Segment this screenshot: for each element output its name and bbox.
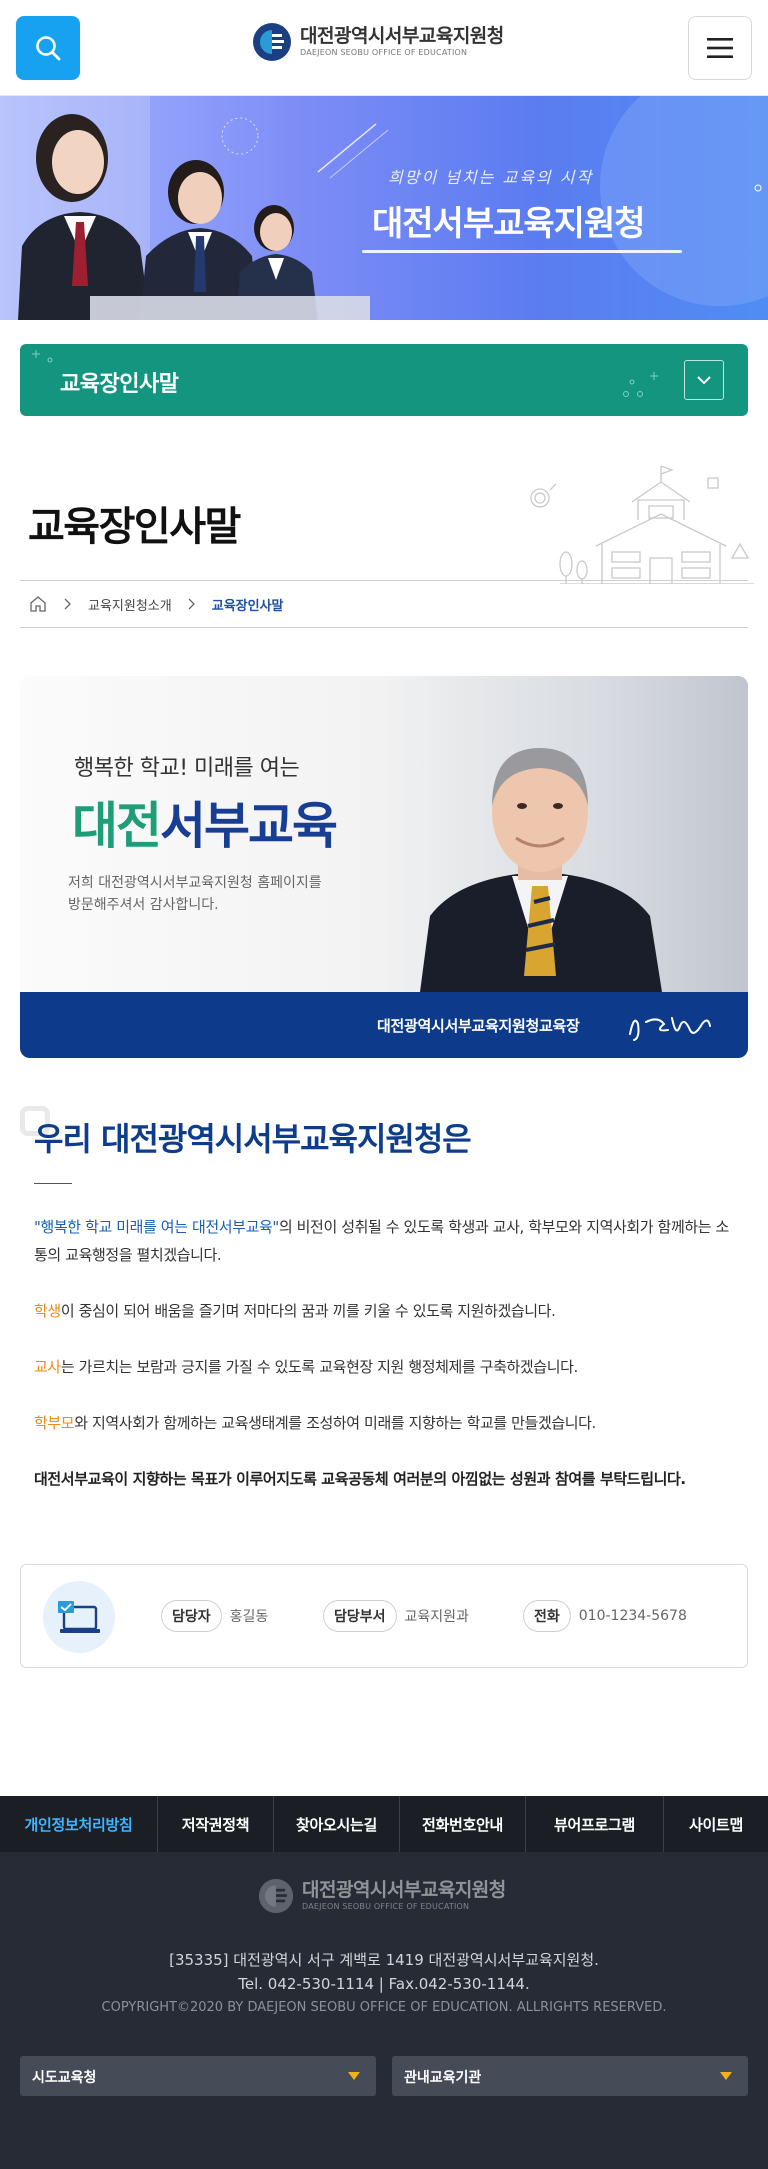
greeting-description-line1: 저희 대전광역시서부교육지원청 홈페이지를 xyxy=(68,875,322,891)
contact-department: 담당부서 교육지원과 xyxy=(323,1600,469,1632)
vision-paragraph-4-text: 와 지역사회가 함께하는 교육생태계를 조성하여 미래를 지향하는 학교를 만들… xyxy=(74,1414,596,1432)
search-icon xyxy=(36,36,61,61)
hero-title: 대전서부교육지원청 xyxy=(372,204,646,244)
footer-link-viewer-programs[interactable]: 뷰어프로그램 xyxy=(526,1796,664,1852)
signature-image xyxy=(629,1017,711,1041)
contact-phone-label: 전화 xyxy=(523,1600,571,1632)
contact-phone: 전화 010-1234-5678 xyxy=(523,1600,687,1632)
vision-quote: "행복한 학교 미래를 여는 대전서부교육" xyxy=(34,1218,279,1236)
page-title: 교육장인사말 xyxy=(28,504,241,550)
breadcrumb: 교육지원청소개 교육장인사말 xyxy=(20,580,748,628)
footer-logo-name-en: DAEJEON SEOBU OFFICE OF EDUCATION xyxy=(302,1902,470,1911)
vision-paragraph-2-text: 이 중심이 되어 배움을 즐기며 저마다의 꿈과 끼를 키울 수 있도록 지원하… xyxy=(60,1302,556,1320)
contact-info-box: 담당자 홍길동 담당부서 교육지원과 전화 010-1234-5678 xyxy=(20,1564,748,1668)
footer-logo: 대전광역시서부교육지원청 DAEJEON SEOBU OFFICE OF EDU… xyxy=(258,1878,506,1914)
footer-tel-fax: Tel. 042-530-1114 | Fax.042-530-1144. xyxy=(238,1975,530,1993)
vision-paragraph-4: 학부모와 지역사회가 함께하는 교육생태계를 조성하여 미래를 지향하는 학교를… xyxy=(34,1409,738,1437)
search-button[interactable] xyxy=(16,16,80,80)
heading-divider xyxy=(34,1183,72,1184)
logo-name-ko: 대전광역시서부교육지원청 xyxy=(300,25,504,47)
caret-down-icon xyxy=(348,2072,360,2080)
greeting-description-line2: 방문해주셔서 감사합니다. xyxy=(68,897,219,913)
logo-name-en: DAEJEON SEOBU OFFICE OF EDUCATION xyxy=(300,48,468,57)
vision-paragraph-1: "행복한 학교 미래를 여는 대전서부교육"의 비전이 성취될 수 있도록 학생… xyxy=(34,1213,738,1269)
greeting-brand-part2: 서부교육 xyxy=(160,797,338,855)
vision-paragraph-5: 대전서부교육이 지향하는 목표가 이루어지도록 교육공동체 여러분의 아낌없는 … xyxy=(34,1470,686,1488)
select-provincial-offices-label: 시도교육청 xyxy=(32,2070,97,2086)
footer-link-copyright-policy[interactable]: 저작권정책 xyxy=(158,1796,274,1852)
category-toggle-button[interactable] xyxy=(684,360,724,400)
menu-button[interactable] xyxy=(688,16,752,80)
highlight-teachers: 교사 xyxy=(34,1358,61,1376)
superintendent-title: 대전광역시서부교육지원청교육장 xyxy=(377,1017,580,1035)
contact-manager: 담당자 홍길동 xyxy=(161,1600,268,1632)
contact-department-label: 담당부서 xyxy=(323,1600,397,1632)
select-local-institutions-label: 관내교육기관 xyxy=(404,2070,482,2086)
site-logo[interactable]: 대전광역시서부교육지원청 DAEJEON SEOBU OFFICE OF EDU… xyxy=(252,22,504,62)
breadcrumb-item-current[interactable]: 교육장인사말 xyxy=(212,595,284,614)
school-building-icon xyxy=(530,465,754,584)
greeting-brand-part1: 대전 xyxy=(72,797,162,855)
greeting-subtitle: 행복한 학교! 미래를 여는 xyxy=(74,756,300,781)
footer-link-directions[interactable]: 찾아오시는길 xyxy=(274,1796,400,1852)
footer-nav: 개인정보처리방침 저작권정책 찾아오시는길 전화번호안내 뷰어프로그램 사이트맵 xyxy=(0,1796,768,1852)
contact-manager-label: 담당자 xyxy=(161,1600,222,1632)
greeting-signature-bar: 대전광역시서부교육지원청교육장 xyxy=(20,992,748,1058)
vision-paragraph-2: 학생이 중심이 되어 배움을 즐기며 저마다의 꿈과 끼를 키울 수 있도록 지… xyxy=(34,1297,738,1325)
footer-link-sitemap[interactable]: 사이트맵 xyxy=(664,1796,768,1852)
site-header: 대전광역시서부교육지원청 DAEJEON SEOBU OFFICE OF EDU… xyxy=(0,0,768,96)
greeting-description: 저희 대전광역시서부교육지원청 홈페이지를 방문해주셔서 감사합니다. xyxy=(68,872,322,916)
home-icon[interactable] xyxy=(28,594,48,614)
footer-copyright: COPYRIGHT©2020 BY DAEJEON SEOBU OFFICE O… xyxy=(101,2000,667,2015)
computer-document-icon xyxy=(58,1601,100,1633)
footer-link-privacy-policy[interactable]: 개인정보처리방침 xyxy=(0,1796,158,1852)
caret-down-icon xyxy=(720,2072,732,2080)
hero-slogan: 희망이 넘치는 교육의 시작 xyxy=(388,168,594,187)
greeting-brand: 대전서부교육 xyxy=(72,786,338,858)
footer-logo-emblem-icon xyxy=(258,1878,294,1914)
footer-link-phone-directory[interactable]: 전화번호안내 xyxy=(400,1796,526,1852)
hero-banner: 희망이 넘치는 교육의 시작 대전서부교육지원청 xyxy=(0,96,768,320)
greeting-banner: 행복한 학교! 미래를 여는 대전서부교육 저희 대전광역시서부교육지원청 홈페… xyxy=(20,676,748,992)
vision-paragraph-3: 교사는 가르치는 보람과 긍지를 가질 수 있도록 교육현장 지원 행정체제를 … xyxy=(34,1353,738,1381)
logo-emblem-icon xyxy=(253,23,291,61)
highlight-students: 학생 xyxy=(34,1302,61,1320)
chevron-right-icon xyxy=(48,594,88,614)
breadcrumb-item-about[interactable]: 교육지원청소개 xyxy=(88,595,172,614)
contact-phone-value: 010-1234-5678 xyxy=(578,1608,687,1624)
superintendent-portrait xyxy=(420,748,662,992)
hero-underline xyxy=(362,250,682,253)
section-dropdown[interactable]: 교육장인사말 xyxy=(20,344,748,416)
highlight-parents: 학부모 xyxy=(34,1414,75,1432)
category-label: 교육장인사말 xyxy=(60,372,179,397)
chevron-right-icon xyxy=(172,594,212,614)
hamburger-menu-icon xyxy=(707,38,733,58)
select-provincial-offices[interactable]: 시도교육청 xyxy=(20,2056,376,2096)
footer-logo-name-ko: 대전광역시서부교육지원청 xyxy=(302,1879,506,1901)
footer-address: [35335] 대전광역시 서구 계백로 1419 대전광역시서부교육지원청. xyxy=(169,1951,599,1969)
contact-department-value: 교육지원과 xyxy=(404,1609,469,1625)
contact-manager-value: 홍길동 xyxy=(229,1609,269,1625)
site-footer: 개인정보처리방침 저작권정책 찾아오시는길 전화번호안내 뷰어프로그램 사이트맵… xyxy=(0,1796,768,2169)
contact-icon-wrapper xyxy=(43,1581,115,1653)
chevron-down-icon xyxy=(697,376,711,385)
vision-heading: 우리 대전광역시서부교육지원청은 xyxy=(34,1120,472,1158)
select-local-institutions[interactable]: 관내교육기관 xyxy=(392,2056,748,2096)
vision-paragraph-3-text: 는 가르치는 보람과 긍지를 가질 수 있도록 교육현장 지원 행정체제를 구축… xyxy=(60,1358,578,1376)
